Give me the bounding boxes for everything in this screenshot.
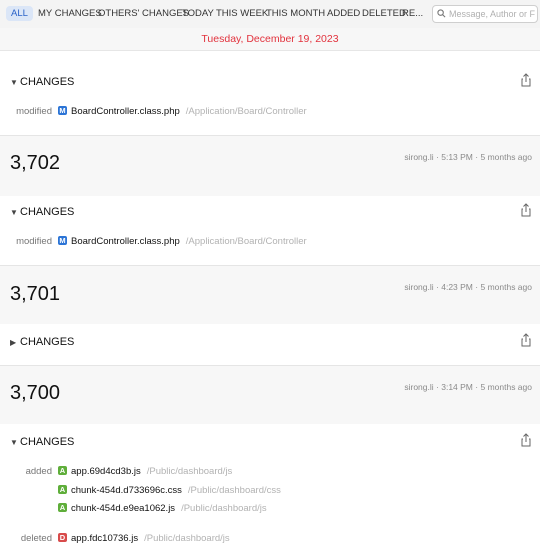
file-path: /Application/Board/Controller	[185, 106, 307, 117]
action-label: added	[25, 466, 52, 477]
file-row[interactable]: added A app.69d4cd3b.js/Public/dashboard…	[0, 466, 540, 480]
revision-number: 3,700	[10, 382, 61, 404]
revision-number: 3,702	[10, 152, 61, 174]
file-name[interactable]: chunk-454d.e9ea1062.js/Public/dashboard/…	[71, 503, 267, 514]
file-name[interactable]: app.fdc10736.js/Public/dashboard/js	[71, 533, 230, 544]
file-row[interactable]: deleted D app.fdc10736.js/Public/dashboa…	[0, 533, 540, 547]
file-path: /Public/dashboard/js	[144, 533, 230, 544]
action-label: deleted	[20, 533, 52, 544]
share-icon[interactable]	[520, 203, 532, 217]
share-icon[interactable]	[520, 333, 532, 347]
deleted-badge-icon: D	[58, 533, 67, 542]
filter-more[interactable]: RE...	[402, 8, 423, 19]
date-header: Tuesday, December 19, 2023	[0, 28, 540, 51]
triangle-down-icon: ▼	[10, 78, 18, 87]
file-name[interactable]: chunk-454d.d733696c.css/Public/dashboard…	[71, 485, 281, 496]
share-icon[interactable]	[520, 433, 532, 447]
filter-today[interactable]: TODAY	[182, 8, 214, 19]
triangle-down-icon: ▼	[10, 438, 18, 447]
changes-toggle[interactable]: ▼ CHANGES	[10, 206, 74, 218]
revision-number: 3,701	[10, 283, 61, 305]
search-input[interactable]	[449, 7, 535, 21]
triangle-down-icon: ▼	[10, 208, 18, 217]
filter-others-changes[interactable]: OTHERS' CHANGES	[98, 8, 189, 19]
filter-my-changes[interactable]: MY CHANGES	[38, 8, 102, 19]
search-box[interactable]	[432, 5, 538, 23]
commit-header[interactable]	[0, 366, 540, 424]
file-row[interactable]: A chunk-454d.d733696c.css/Public/dashboa…	[0, 485, 540, 499]
modified-badge-icon: M	[58, 106, 67, 115]
action-label: modified	[16, 106, 52, 117]
date-label: Tuesday, December 19, 2023	[201, 33, 339, 45]
commit-meta: sirong.li · 4:23 PM · 5 months ago	[404, 282, 532, 292]
commit-header[interactable]	[0, 136, 540, 196]
file-name[interactable]: app.69d4cd3b.js/Public/dashboard/js	[71, 466, 232, 477]
file-path: /Public/dashboard/js	[181, 503, 267, 514]
filter-added[interactable]: ADDED	[327, 8, 360, 19]
file-name[interactable]: BoardController.class.php/Application/Bo…	[71, 106, 307, 117]
commit-meta: sirong.li · 5:13 PM · 5 months ago	[404, 152, 532, 162]
filter-all[interactable]: ALL	[6, 6, 33, 21]
filter-this-week[interactable]: THIS WEEK	[216, 8, 268, 19]
added-badge-icon: A	[58, 466, 67, 475]
commit-meta: sirong.li · 3:14 PM · 5 months ago	[404, 382, 532, 392]
changes-toggle[interactable]: ▼ CHANGES	[10, 436, 74, 448]
action-label: modified	[16, 236, 52, 247]
changes-toggle[interactable]: ▶ CHANGES	[10, 336, 74, 348]
share-icon[interactable]	[520, 73, 532, 87]
file-path: /Public/dashboard/css	[187, 485, 281, 496]
file-row[interactable]: modified M BoardController.class.php/App…	[0, 236, 540, 250]
search-icon	[437, 9, 446, 18]
filter-this-month[interactable]: THIS MONTH	[266, 8, 325, 19]
added-badge-icon: A	[58, 503, 67, 512]
triangle-right-icon: ▶	[10, 338, 17, 347]
added-badge-icon: A	[58, 485, 67, 494]
file-path: /Application/Board/Controller	[185, 236, 307, 247]
changes-toggle[interactable]: ▼ CHANGES	[10, 76, 74, 88]
file-path: /Public/dashboard/js	[146, 466, 233, 477]
filter-deleted[interactable]: DELETED	[362, 8, 406, 19]
modified-badge-icon: M	[58, 236, 67, 245]
filter-bar: ALL MY CHANGES OTHERS' CHANGES TODAY THI…	[0, 0, 540, 28]
file-row[interactable]: A chunk-454d.e9ea1062.js/Public/dashboar…	[0, 503, 540, 517]
file-row[interactable]: modified M BoardController.class.php/App…	[0, 106, 540, 120]
commit-header[interactable]	[0, 266, 540, 324]
file-name[interactable]: BoardController.class.php/Application/Bo…	[71, 236, 307, 247]
